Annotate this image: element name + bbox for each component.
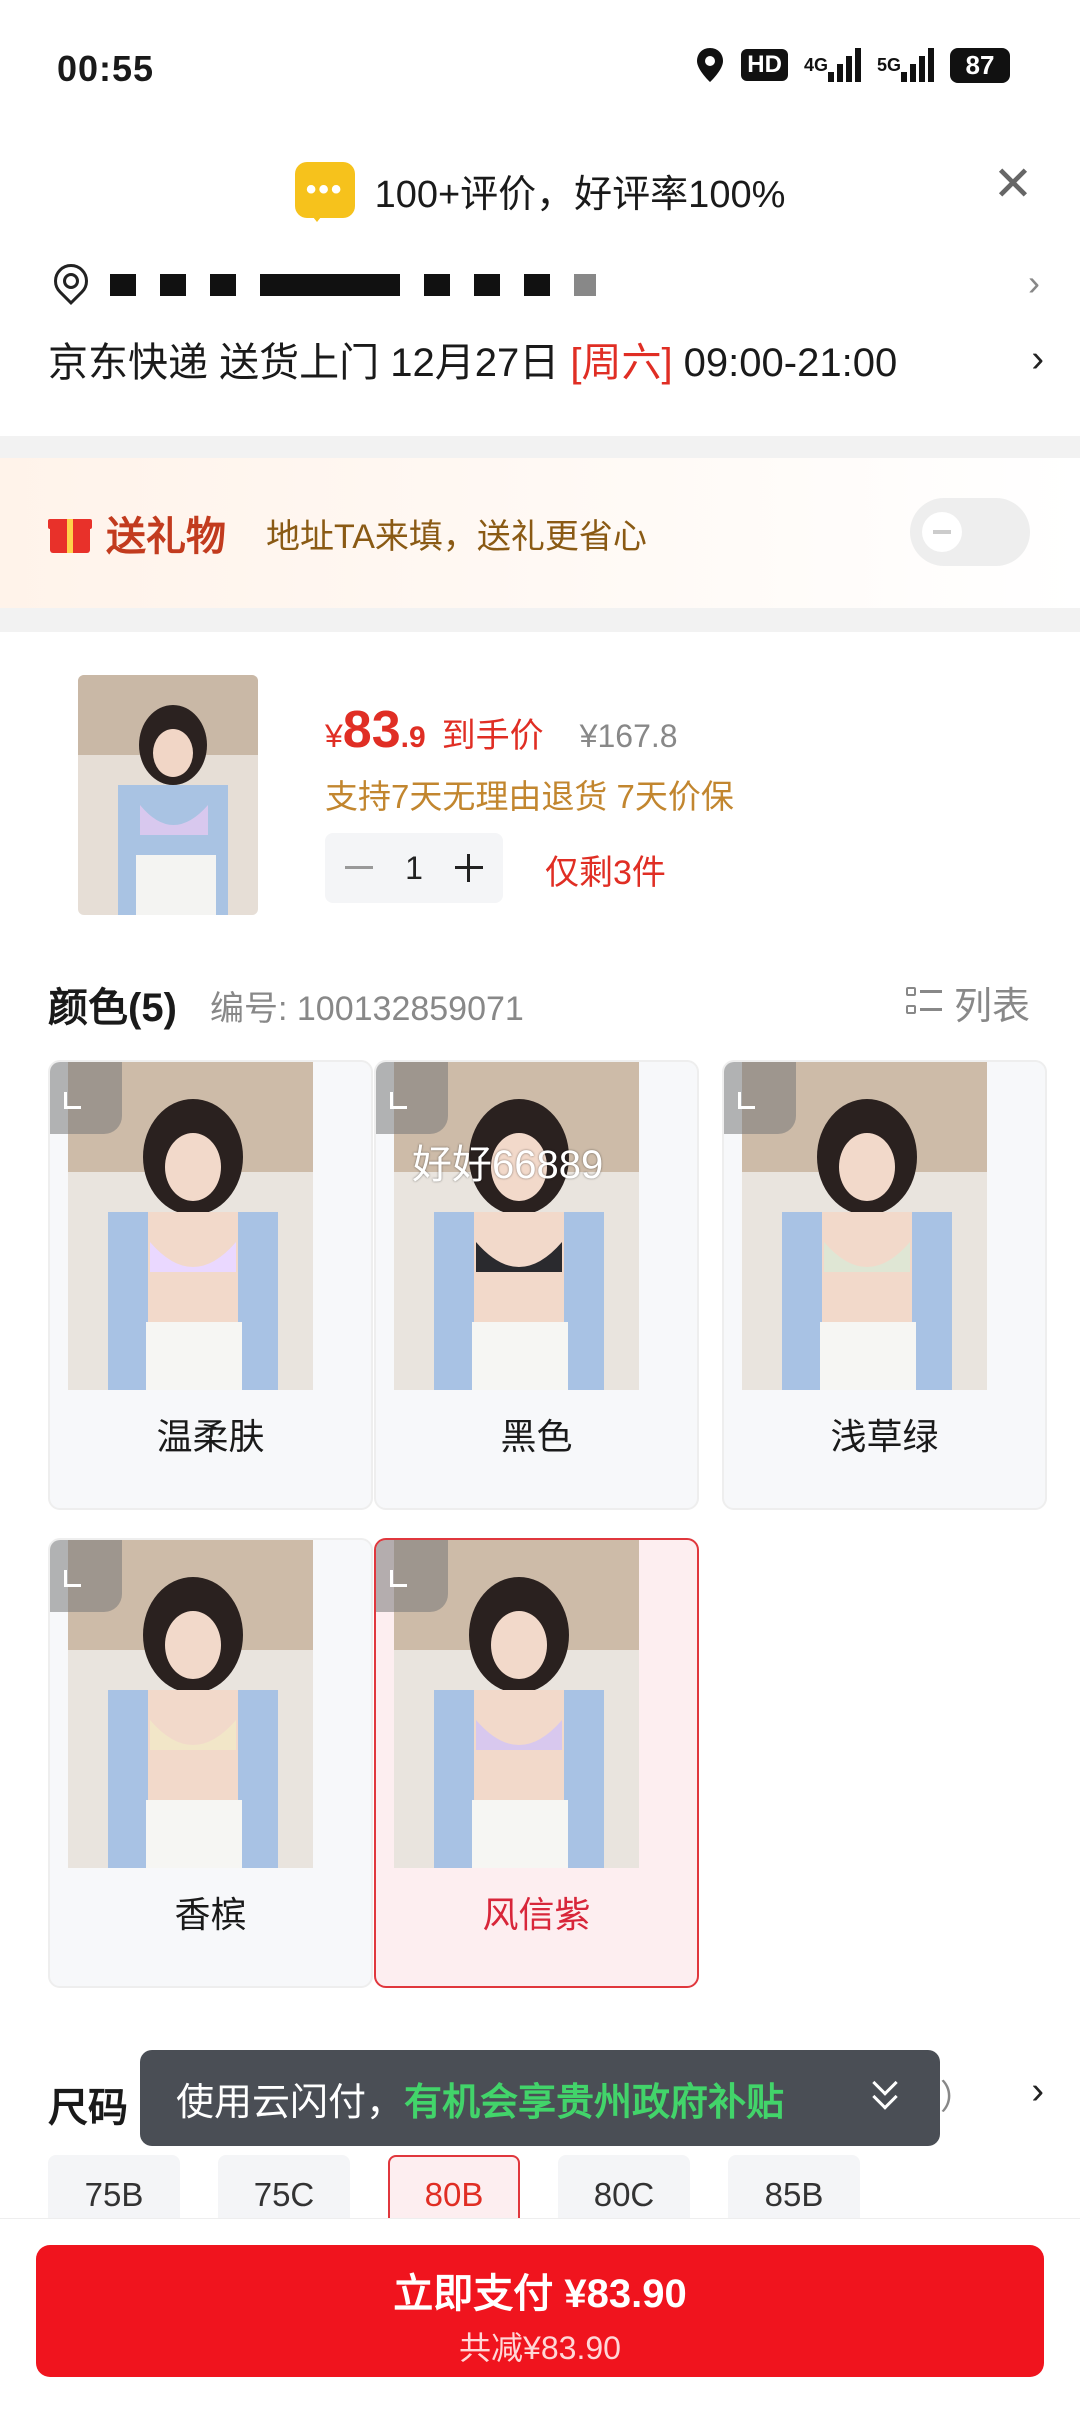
address-row[interactable] [0, 250, 1080, 320]
price-decimal: .9 [400, 721, 426, 754]
address-chevron-icon[interactable]: › [1028, 262, 1040, 304]
delivery-weekday: [周六] [570, 341, 673, 385]
color-option[interactable]: 香槟 [48, 1538, 373, 1988]
address-redacted [524, 274, 550, 296]
toast-highlight: 有机会享贵州政府补贴 [404, 2081, 785, 2124]
toast-text: 使用云闪付， [176, 2081, 405, 2124]
battery-icon: 87 [950, 47, 1010, 83]
color-option-label: 香槟 [174, 1894, 247, 1935]
product-thumbnail[interactable] [78, 675, 258, 915]
pay-discount-label: 共减¥83.90 [459, 2330, 621, 2366]
address-redacted [574, 274, 596, 296]
quantity-stepper: 1 [325, 833, 503, 903]
chat-bubble-icon: ••• [294, 162, 355, 222]
price-row: ¥83.9 到手价 ¥167.8 [325, 700, 678, 760]
delivery-chevron-icon[interactable]: › [1031, 338, 1044, 381]
status-time: 00:55 [57, 48, 155, 89]
network-4g-icon: 4G [804, 48, 861, 82]
expand-image-icon[interactable] [376, 1062, 448, 1134]
original-price: ¥167.8 [579, 718, 678, 754]
address-redacted [160, 274, 186, 296]
divider [0, 436, 1080, 460]
address-redacted [424, 274, 450, 296]
decrement-button[interactable] [339, 848, 379, 888]
gift-icon [48, 511, 92, 555]
list-label: 列表 [953, 986, 1030, 1028]
size-section-title: 尺码 [48, 2086, 128, 2130]
color-option[interactable]: 浅草绿 [722, 1060, 1047, 1510]
status-icons: HD 4G 5G 87 [695, 46, 1010, 84]
color-option-label: 风信紫 [482, 1894, 591, 1935]
gift-title: 送礼物 [106, 515, 226, 559]
color-option-label: 黑色 [500, 1416, 573, 1457]
list-view-toggle[interactable]: 列表 [905, 975, 1030, 1030]
color-option[interactable]: 黑色 好好66889 [374, 1060, 699, 1510]
size-chevron-icon[interactable]: › [1031, 2070, 1044, 2113]
color-section-title: 颜色(5) [48, 986, 177, 1030]
network-5g-icon: 5G [877, 48, 934, 82]
delivery-info[interactable]: 京东快递 送货上门 12月27日 [周六] 09:00-21:00 [48, 330, 897, 388]
watermark-text: 好好66889 [412, 1143, 604, 1187]
service-guarantee: 支持7天无理由退货 7天价保 [325, 778, 734, 815]
price-tag: 到手价 [441, 717, 544, 755]
size-note-tail: ） [940, 2079, 974, 2117]
rating-text: 100+评价，好评率100% [374, 173, 786, 216]
divider [0, 608, 1080, 632]
close-icon[interactable]: ✕ [988, 160, 1038, 210]
quantity-value: 1 [405, 849, 423, 886]
rating-banner[interactable]: ••• 100+评价，好评率100% [0, 150, 1080, 230]
expand-image-icon[interactable] [376, 1540, 448, 1612]
color-option-label: 浅草绿 [830, 1416, 939, 1457]
list-icon [905, 985, 942, 1021]
expand-image-icon[interactable] [50, 1540, 122, 1612]
pay-now-button[interactable]: 立即支付 ¥83.90 共减¥83.90 [36, 2245, 1044, 2377]
stock-remaining: 仅剩3件 [545, 854, 666, 892]
price-symbol: ¥ [325, 718, 343, 754]
expand-image-icon[interactable] [724, 1062, 796, 1134]
color-option[interactable]: 风信紫 [374, 1538, 699, 1988]
address-redacted [210, 274, 236, 296]
hd-icon: HD [741, 49, 788, 81]
expand-image-icon[interactable] [50, 1062, 122, 1134]
address-redacted [260, 274, 400, 296]
double-chevron-down-icon[interactable] [872, 2070, 902, 2110]
price-integer: 83 [342, 701, 401, 759]
gift-subtitle: 地址TA来填，送礼更省心 [266, 517, 647, 556]
location-icon [695, 46, 725, 84]
address-redacted [474, 274, 500, 296]
pay-main-label: 立即支付 ¥83.90 [393, 2272, 687, 2316]
delivery-text: 京东快递 送货上门 12月27日 [48, 341, 571, 385]
color-option[interactable]: 温柔肤 [48, 1060, 373, 1510]
address-redacted [110, 274, 136, 296]
unionpay-toast[interactable]: 使用云闪付， 有机会享贵州政府补贴 [140, 2050, 940, 2146]
gift-toggle[interactable] [910, 498, 1030, 566]
location-pin-icon [50, 264, 86, 306]
product-code: 编号: 100132859071 [210, 990, 524, 1028]
increment-button[interactable] [449, 848, 489, 888]
delivery-time: 09:00-21:00 [672, 341, 898, 385]
color-option-label: 温柔肤 [156, 1416, 265, 1457]
